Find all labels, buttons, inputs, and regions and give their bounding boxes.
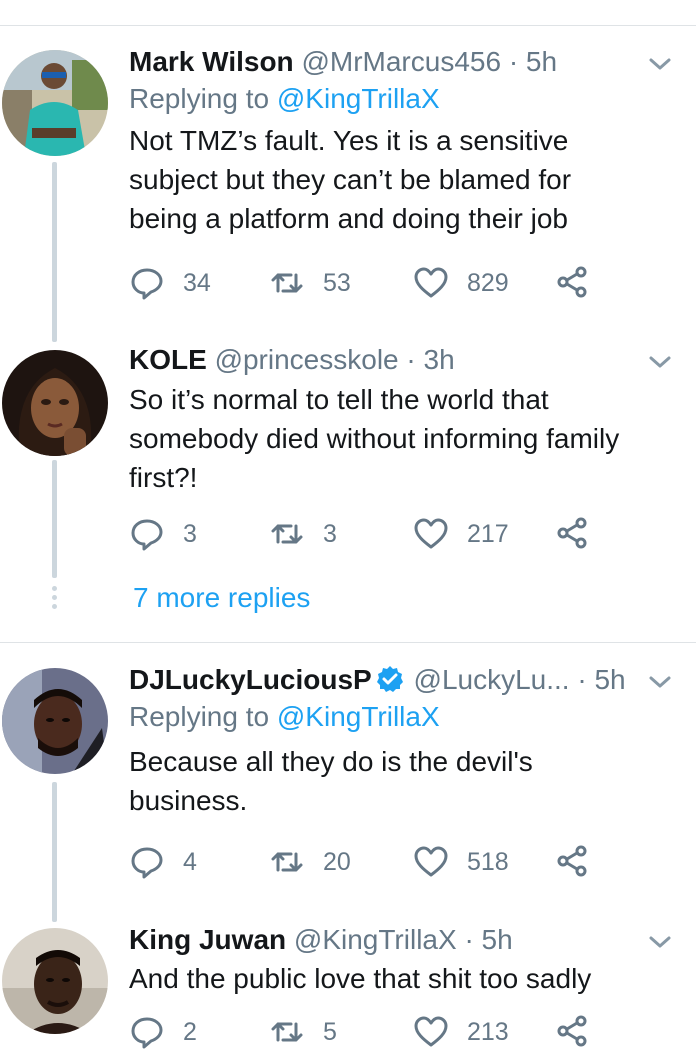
share-icon (557, 845, 587, 877)
retweet-count: 3 (323, 519, 337, 548)
like-icon (414, 518, 448, 549)
share-button[interactable] (555, 1014, 607, 1048)
reply-button[interactable]: 34 (129, 265, 211, 301)
retweet-icon (271, 1022, 303, 1042)
retweet-button[interactable]: 53 (269, 265, 351, 301)
timestamp[interactable]: · 5h (509, 46, 557, 77)
replying-label: Replying to (129, 83, 270, 114)
chevron-down-icon[interactable] (646, 672, 674, 692)
tweet-actions: 34 53 829 (129, 265, 599, 305)
share-button[interactable] (555, 516, 607, 550)
like-button[interactable]: 217 (413, 516, 509, 552)
like-count: 217 (467, 519, 509, 548)
like-count: 213 (467, 1017, 509, 1046)
replying-to: Replying to @KingTrillaX (129, 80, 674, 118)
like-button[interactable]: 829 (413, 265, 509, 301)
verified-badge-icon (376, 666, 403, 692)
thread-line (52, 162, 57, 342)
tweet-text: So it’s normal to tell the world that so… (129, 384, 620, 493)
display-name[interactable]: King Juwan (129, 924, 286, 955)
replying-to: Replying to @KingTrillaX (129, 698, 674, 736)
reply-button[interactable]: 4 (129, 844, 197, 880)
chevron-down-icon[interactable] (646, 932, 674, 952)
like-count: 829 (467, 268, 509, 297)
handle[interactable]: @KingTrillaX (294, 924, 457, 955)
avatar-king-juwan[interactable] (2, 928, 108, 1034)
retweet-button[interactable]: 5 (269, 1014, 337, 1050)
retweet-icon (271, 524, 303, 544)
tweet-card[interactable]: DJLuckyLuciousP @LuckyLu... · 5h Replyin… (129, 662, 674, 820)
tweet-actions: 4 20 518 (129, 844, 599, 884)
tweet-text: And the public love that shit too sadly (129, 963, 592, 994)
thread-dots (52, 586, 57, 613)
retweet-count: 20 (323, 847, 351, 876)
retweet-count: 53 (323, 268, 351, 297)
section-divider (0, 642, 696, 643)
avatar-mark-wilson[interactable] (2, 50, 108, 156)
timestamp[interactable]: · 5h (577, 664, 625, 695)
mention-link[interactable]: @KingTrillaX (277, 83, 440, 114)
reply-icon (131, 1017, 163, 1049)
reply-icon (131, 519, 163, 551)
tweet-text: Because all they do is the devil's busin… (129, 746, 533, 816)
tweet-actions: 2 5 213 (129, 1014, 599, 1054)
more-replies-link[interactable]: 7 more replies (133, 582, 310, 614)
retweet-count: 5 (323, 1017, 337, 1046)
like-button[interactable]: 518 (413, 844, 509, 880)
like-count: 518 (467, 847, 509, 876)
reply-count: 4 (183, 847, 197, 876)
tweet-header: Mark Wilson @MrMarcus456 · 5h (129, 44, 674, 80)
share-button[interactable] (555, 844, 607, 878)
display-name[interactable]: Mark Wilson (129, 46, 294, 77)
tweet-actions: 3 3 217 (129, 516, 599, 556)
timestamp[interactable]: · 3h (406, 344, 454, 375)
retweet-button[interactable]: 20 (269, 844, 351, 880)
reply-count: 3 (183, 519, 197, 548)
like-icon (414, 846, 448, 877)
reply-icon (131, 268, 163, 300)
reply-icon (131, 847, 163, 879)
reply-button[interactable]: 2 (129, 1014, 197, 1050)
share-icon (557, 1015, 587, 1047)
handle[interactable]: @princesskole (215, 344, 399, 375)
reply-count: 34 (183, 268, 211, 297)
thread-line (52, 460, 57, 578)
like-icon (414, 1016, 448, 1047)
tweet-card[interactable]: KOLE @princesskole · 3h So it’s normal t… (129, 342, 674, 497)
share-icon (557, 517, 587, 549)
top-divider (0, 25, 696, 26)
replying-label: Replying to (129, 701, 270, 732)
display-name[interactable]: DJLuckyLuciousP (129, 664, 372, 695)
tweet-header: King Juwan @KingTrillaX · 5h (129, 922, 674, 958)
retweet-button[interactable]: 3 (269, 516, 337, 552)
tweet-text: Not TMZ’s fault. Yes it is a sensitive s… (129, 125, 572, 234)
share-button[interactable] (555, 265, 607, 299)
avatar-kole[interactable] (2, 350, 108, 456)
reply-button[interactable]: 3 (129, 516, 197, 552)
mention-link[interactable]: @KingTrillaX (277, 701, 440, 732)
handle[interactable]: @MrMarcus456 (301, 46, 501, 77)
tweet-header: KOLE @princesskole · 3h (129, 342, 674, 378)
reply-count: 2 (183, 1017, 197, 1046)
thread-line (52, 782, 57, 922)
avatar-djluckyluciousp[interactable] (2, 668, 108, 774)
timestamp[interactable]: · 5h (464, 924, 512, 955)
chevron-down-icon[interactable] (646, 352, 674, 372)
retweet-icon (271, 852, 303, 872)
display-name[interactable]: KOLE (129, 344, 207, 375)
chevron-down-icon[interactable] (646, 54, 674, 74)
tweet-card[interactable]: Mark Wilson @MrMarcus456 · 5h Replying t… (129, 44, 674, 238)
retweet-icon (271, 273, 303, 293)
like-button[interactable]: 213 (413, 1014, 509, 1050)
handle[interactable]: @LuckyLu... (414, 664, 570, 695)
tweet-card[interactable]: King Juwan @KingTrillaX · 5h And the pub… (129, 922, 674, 998)
like-icon (414, 267, 448, 298)
tweet-header: DJLuckyLuciousP @LuckyLu... · 5h (129, 662, 674, 698)
share-icon (557, 266, 587, 298)
